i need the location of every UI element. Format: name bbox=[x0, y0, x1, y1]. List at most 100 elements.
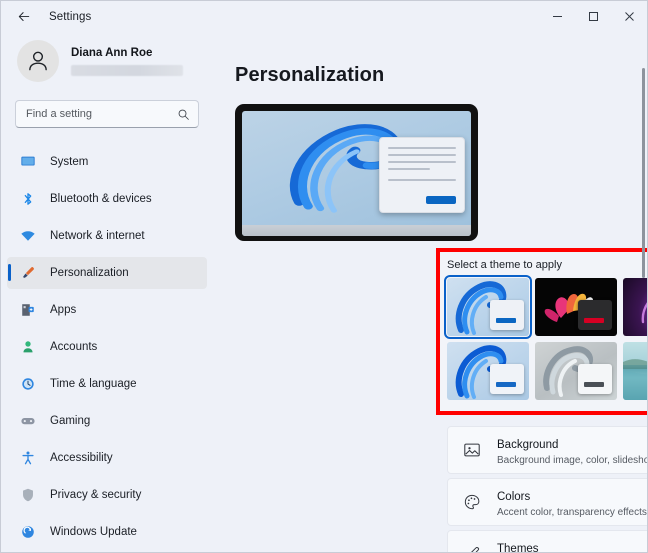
preview-screen bbox=[242, 111, 471, 236]
sidebar-item-windows-update[interactable]: Windows Update bbox=[7, 516, 207, 548]
search-wrapper bbox=[1, 82, 213, 128]
sidebar-item-label: Gaming bbox=[50, 415, 91, 427]
title-bar: Settings bbox=[1, 1, 647, 32]
settings-row-text: Colors Accent color, transparency effect… bbox=[497, 487, 647, 518]
profile-name: Diana Ann Roe bbox=[71, 46, 153, 59]
vertical-scrollbar[interactable] bbox=[642, 68, 645, 278]
search-box[interactable] bbox=[15, 100, 199, 128]
apps-icon bbox=[19, 301, 37, 319]
sidebar-item-label: Privacy & security bbox=[50, 489, 142, 501]
theme-mini-accent bbox=[496, 318, 516, 323]
profile-email-redacted bbox=[71, 64, 183, 76]
settings-row-subtitle: Accent color, transparency effects, colo… bbox=[497, 506, 647, 518]
sidebar-nav: System Bluetooth & devices Network & int… bbox=[1, 146, 213, 548]
theme-thumbnail-flower-dark-red[interactable] bbox=[535, 278, 617, 336]
back-button[interactable] bbox=[9, 4, 39, 30]
theme-picker-title: Select a theme to apply bbox=[447, 259, 562, 271]
sidebar: Diana Ann Roe Find a setting System Blue… bbox=[1, 32, 213, 552]
avatar bbox=[17, 40, 59, 82]
sidebar-item-gaming[interactable]: Gaming bbox=[7, 405, 207, 437]
preview-window bbox=[379, 137, 465, 213]
preview-window-accent bbox=[426, 196, 456, 204]
paintbrush-icon bbox=[460, 545, 484, 552]
settings-window: Settings Diana Ann Roe Find a setting Sy… bbox=[0, 0, 648, 553]
search-input[interactable] bbox=[26, 108, 177, 120]
minimize-button[interactable] bbox=[539, 1, 575, 32]
settings-row-subtitle: Background image, color, slideshow bbox=[497, 454, 647, 466]
theme-thumbnail-purple-glow-dark[interactable] bbox=[623, 278, 647, 336]
sidebar-item-system[interactable]: System bbox=[7, 146, 207, 178]
search-icon[interactable] bbox=[177, 108, 190, 121]
settings-row-text: Background Background image, color, slid… bbox=[497, 435, 647, 466]
settings-row-themes[interactable]: Themes Install, create, manage bbox=[447, 530, 647, 552]
palette-icon bbox=[460, 493, 484, 511]
theme-thumbnail-windows-blue-bloom[interactable] bbox=[447, 342, 529, 400]
wifi-icon bbox=[19, 227, 37, 245]
window-body: Diana Ann Roe Find a setting System Blue… bbox=[1, 32, 647, 552]
theme-grid bbox=[440, 271, 647, 400]
sidebar-item-accounts[interactable]: Accounts bbox=[7, 331, 207, 363]
theme-mini-accent bbox=[584, 318, 604, 323]
profile-text: Diana Ann Roe bbox=[71, 47, 183, 76]
settings-row-title: Background bbox=[497, 438, 559, 451]
theme-mini-window bbox=[578, 364, 612, 394]
main-content: Personalization Select a theme to apply … bbox=[213, 32, 647, 552]
sidebar-item-network-internet[interactable]: Network & internet bbox=[7, 220, 207, 252]
theme-thumbnail-windows-light-bloom[interactable] bbox=[444, 275, 532, 339]
sidebar-item-label: Accessibility bbox=[50, 452, 113, 464]
theme-picker-section: Select a theme to apply bbox=[436, 248, 647, 415]
monitor-icon bbox=[19, 153, 37, 171]
theme-mini-accent bbox=[584, 382, 604, 387]
sidebar-item-label: Bluetooth & devices bbox=[50, 193, 152, 205]
minimize-icon bbox=[552, 16, 562, 17]
close-button[interactable] bbox=[611, 1, 647, 32]
preview-taskbar bbox=[242, 225, 471, 236]
shield-icon bbox=[19, 486, 37, 504]
sidebar-item-accessibility[interactable]: Accessibility bbox=[7, 442, 207, 474]
theme-mini-window bbox=[578, 300, 612, 330]
theme-mini-accent bbox=[496, 382, 516, 387]
sidebar-item-label: Time & language bbox=[50, 378, 137, 390]
landscape-thumb-icon bbox=[623, 359, 647, 400]
account-icon bbox=[19, 338, 37, 356]
theme-mini-window bbox=[490, 364, 524, 394]
theme-mini-window bbox=[490, 300, 524, 330]
bluetooth-icon bbox=[19, 190, 37, 208]
sidebar-item-label: Windows Update bbox=[50, 526, 137, 538]
maximize-icon bbox=[588, 12, 598, 21]
image-icon bbox=[460, 441, 484, 459]
desktop-preview bbox=[235, 104, 478, 241]
settings-rows: Background Background image, color, slid… bbox=[447, 426, 647, 552]
settings-row-text: Themes Install, create, manage bbox=[497, 539, 647, 553]
window-title: Settings bbox=[49, 10, 92, 23]
settings-row-colors[interactable]: Colors Accent color, transparency effect… bbox=[447, 478, 647, 526]
window-controls bbox=[539, 1, 647, 32]
settings-row-title: Colors bbox=[497, 490, 531, 503]
sidebar-item-personalization[interactable]: Personalization bbox=[7, 257, 207, 289]
sidebar-item-label: Personalization bbox=[50, 267, 129, 279]
page-title: Personalization bbox=[235, 64, 385, 86]
sidebar-item-label: Network & internet bbox=[50, 230, 145, 242]
arrow-left-icon bbox=[18, 11, 30, 21]
sidebar-item-label: Accounts bbox=[50, 341, 98, 353]
gamepad-icon bbox=[19, 412, 37, 430]
person-icon bbox=[29, 51, 47, 71]
sidebar-item-label: System bbox=[50, 156, 89, 168]
update-icon bbox=[19, 523, 37, 541]
sidebar-item-apps[interactable]: Apps bbox=[7, 294, 207, 326]
maximize-button[interactable] bbox=[575, 1, 611, 32]
sidebar-item-bluetooth-devices[interactable]: Bluetooth & devices bbox=[7, 183, 207, 215]
theme-thumbnail-gray-swirl-light[interactable] bbox=[535, 342, 617, 400]
close-icon bbox=[624, 12, 634, 21]
sidebar-item-label: Apps bbox=[50, 304, 77, 316]
sidebar-item-privacy-security[interactable]: Privacy & security bbox=[7, 479, 207, 511]
accessibility-icon bbox=[19, 449, 37, 467]
theme-thumbnail-teal-landscape[interactable] bbox=[623, 342, 647, 400]
paintbrush-icon bbox=[19, 264, 37, 282]
clock-icon bbox=[19, 375, 37, 393]
settings-row-background[interactable]: Background Background image, color, slid… bbox=[447, 426, 647, 474]
user-profile[interactable]: Diana Ann Roe bbox=[1, 32, 213, 82]
purple-arc-icon bbox=[641, 302, 647, 324]
settings-row-title: Themes bbox=[497, 542, 539, 553]
sidebar-item-time-language[interactable]: Time & language bbox=[7, 368, 207, 400]
